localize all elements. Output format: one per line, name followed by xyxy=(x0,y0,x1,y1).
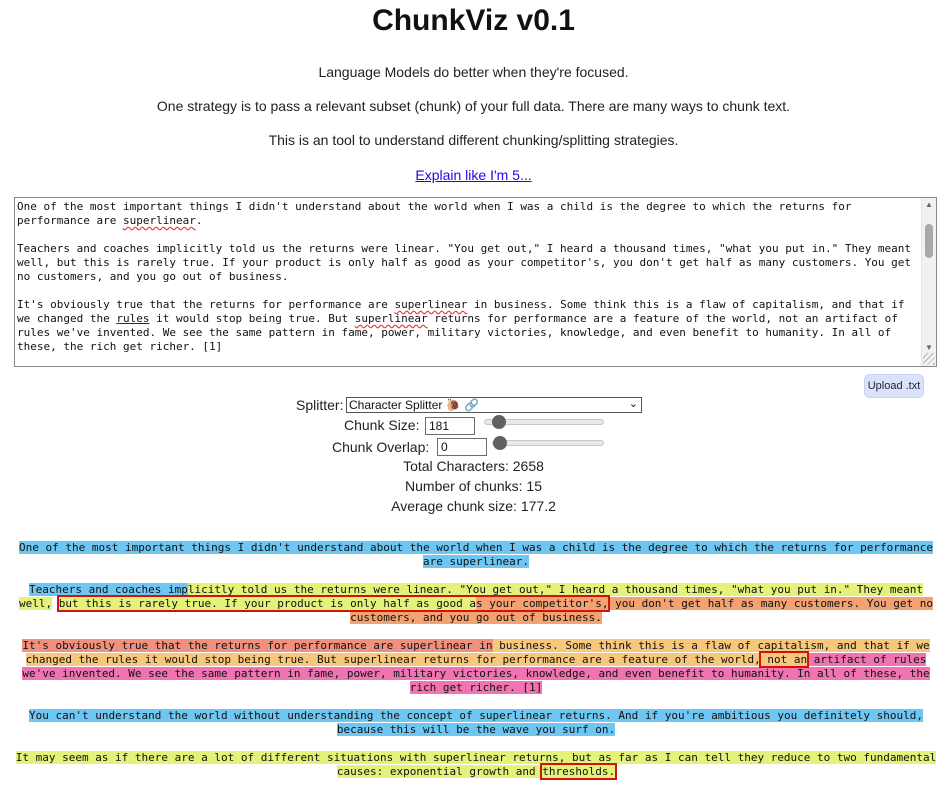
chunk-paragraph: It may seem as if there are a lot of dif… xyxy=(14,751,938,780)
chunk-span: You can't understand the world without u… xyxy=(28,709,924,736)
text-input[interactable]: One of the most important things I didn'… xyxy=(14,197,937,367)
chunk-span: It may seem as if there are a lot of dif… xyxy=(15,751,937,778)
chunk-overlap-highlight: but this is rarely true. If your product… xyxy=(56,595,611,612)
chunk-visualization: One of the most important things I didn'… xyxy=(14,541,938,793)
app-title: ChunkViz v0.1 xyxy=(372,4,575,37)
chunk-overlap-label: Chunk Overlap: xyxy=(332,439,430,455)
chunk-size-label: Chunk Size: xyxy=(344,417,420,433)
chevron-down-icon: ⌄ xyxy=(628,398,638,410)
chunk-paragraph: One of the most important things I didn'… xyxy=(14,541,938,569)
intro-line-3: This is an tool to understand different … xyxy=(268,132,679,148)
splitter-select[interactable]: Character Splitter 🐌 🔗 ⌄ xyxy=(346,397,642,413)
chunk-size-slider[interactable] xyxy=(484,415,604,429)
scrollbar-thumb[interactable] xyxy=(925,224,933,258)
chunk-paragraph: Teachers and coaches implicitly told us … xyxy=(14,583,938,625)
chunk-paragraph: It's obviously true that the returns for… xyxy=(14,639,938,695)
scroll-down-icon[interactable]: ▼ xyxy=(925,343,933,352)
text-input-content[interactable]: One of the most important things I didn'… xyxy=(17,200,917,354)
explain-link-wrapper: Explain like I'm 5... xyxy=(0,167,947,183)
chunk-size-input[interactable]: 181 xyxy=(425,417,475,435)
chunk-overlap-slider-thumb[interactable] xyxy=(493,436,507,450)
chunk-size-slider-thumb[interactable] xyxy=(492,415,506,429)
link-icon: 🔗 xyxy=(464,398,479,412)
scroll-up-icon[interactable]: ▲ xyxy=(925,200,933,209)
number-of-chunks: Number of chunks: 15 xyxy=(405,478,542,494)
explain-link[interactable]: Explain like I'm 5... xyxy=(415,167,531,183)
snail-icon: 🐌 xyxy=(445,398,461,412)
chunk-overlap-highlight: not an xyxy=(758,651,810,668)
splitter-selected-value: Character Splitter xyxy=(349,398,443,412)
chunk-overlap-slider[interactable] xyxy=(492,436,604,450)
textarea-scrollbar[interactable]: ▲ ▼ xyxy=(921,198,936,366)
chunk-overlap-input[interactable]: 0 xyxy=(437,438,487,456)
upload-txt-button[interactable]: Upload .txt xyxy=(864,374,924,398)
chunk-overlap-highlight: thresholds. xyxy=(540,763,618,780)
intro-line-1: Language Models do better when they're f… xyxy=(318,64,629,80)
total-characters: Total Characters: 2658 xyxy=(403,458,544,474)
chunk-span: One of the most important things I didn'… xyxy=(19,541,933,568)
splitter-label: Splitter: xyxy=(296,397,344,413)
chunk-span: Teachers and coaches imp xyxy=(28,583,188,596)
chunk-span: It's obviously true that the returns for… xyxy=(22,639,493,652)
resize-grip-icon[interactable] xyxy=(923,353,935,365)
chunk-paragraph: You can't understand the world without u… xyxy=(14,709,938,737)
intro-line-2: One strategy is to pass a relevant subse… xyxy=(156,98,791,114)
average-chunk-size: Average chunk size: 177.2 xyxy=(391,498,556,514)
